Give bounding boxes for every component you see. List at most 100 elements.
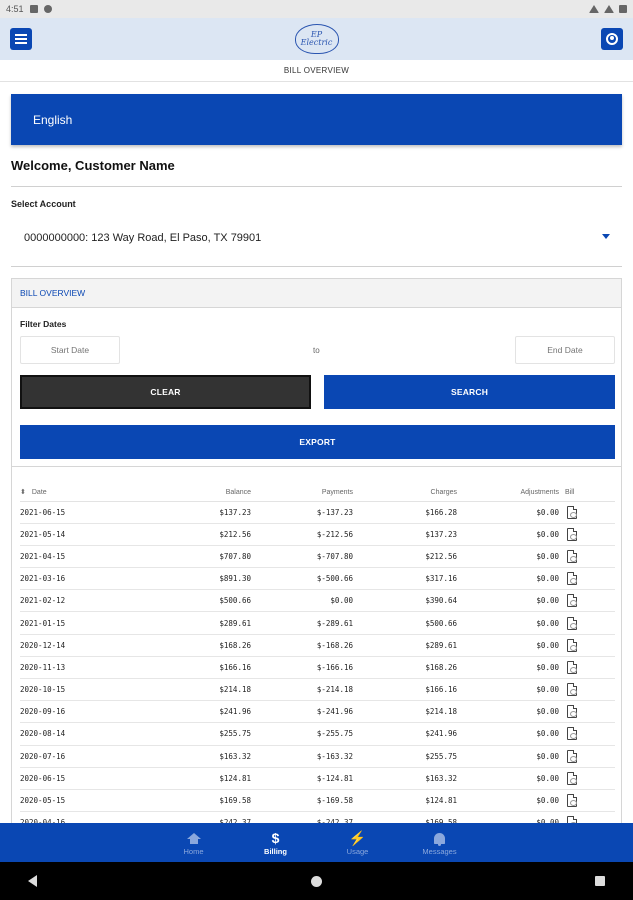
- row-date: 2020-09-16: [20, 700, 115, 724]
- no-disturb-icon: [43, 5, 52, 13]
- row-adjustments: $0.00: [463, 567, 565, 591]
- bill-column-header: Bill: [565, 484, 615, 502]
- row-adjustments: $0.00: [463, 501, 565, 524]
- row-adjustments: $0.00: [463, 545, 565, 569]
- pdf-icon[interactable]: [567, 527, 577, 541]
- filter-dates-label: Filter Dates: [20, 319, 67, 329]
- row-balance: $255.75: [115, 722, 257, 746]
- clear-button[interactable]: CLEAR: [20, 375, 311, 409]
- sd-card-icon: [29, 5, 38, 13]
- pdf-icon[interactable]: [567, 727, 577, 741]
- bill-overview-card: BILL OVERVIEW Filter Dates to CLEAR SEAR…: [11, 278, 622, 838]
- nav-messages-label: Messages: [422, 846, 457, 856]
- pdf-icon[interactable]: [567, 549, 577, 563]
- app-header: EP Electric: [0, 18, 633, 60]
- row-charges: $317.16: [359, 567, 463, 591]
- row-payments: $-214.18: [257, 678, 359, 702]
- row-date: 2021-03-16: [20, 567, 115, 591]
- divider: [12, 466, 621, 467]
- table-row: 2020-05-15 $169.58 $-169.58 $124.81 $0.00: [20, 789, 615, 813]
- battery-icon: [619, 5, 627, 13]
- pdf-icon[interactable]: [567, 683, 577, 697]
- back-icon[interactable]: [28, 875, 37, 887]
- recent-apps-icon[interactable]: [595, 876, 605, 886]
- pdf-icon[interactable]: [567, 794, 577, 808]
- row-balance: $169.58: [115, 789, 257, 813]
- home-icon: [186, 832, 201, 844]
- row-balance: $137.23: [115, 501, 257, 524]
- row-balance: $500.66: [115, 589, 257, 613]
- pdf-icon[interactable]: [567, 505, 577, 519]
- hamburger-menu-icon[interactable]: [10, 28, 32, 50]
- table-row: 2020-09-16 $241.96 $-241.96 $214.18 $0.00: [20, 700, 615, 724]
- row-payments: $-707.80: [257, 545, 359, 569]
- row-charges: $255.75: [359, 745, 463, 768]
- row-bill: [565, 700, 615, 724]
- language-label: English: [33, 112, 73, 127]
- row-charges: $168.26: [359, 656, 463, 680]
- nav-billing[interactable]: $ Billing: [252, 823, 300, 862]
- row-bill: [565, 589, 615, 613]
- row-adjustments: $0.00: [463, 523, 565, 546]
- date-column-header[interactable]: ⬍ Date: [20, 484, 115, 502]
- row-payments: $-169.58: [257, 789, 359, 813]
- row-bill: [565, 501, 615, 524]
- pdf-icon[interactable]: [567, 749, 577, 763]
- table-row: 2021-06-15 $137.23 $-137.23 $166.28 $0.00: [20, 501, 615, 524]
- row-adjustments: $0.00: [463, 589, 565, 613]
- table-row: 2021-03-16 $891.30 $-500.66 $317.16 $0.00: [20, 567, 615, 591]
- row-charges: $166.16: [359, 678, 463, 702]
- row-balance: $241.96: [115, 700, 257, 724]
- user-account-icon[interactable]: [601, 28, 623, 50]
- table-row: 2021-01-15 $289.61 $-289.61 $500.66 $0.00: [20, 611, 615, 635]
- welcome-message: Welcome, Customer Name: [11, 158, 175, 173]
- pdf-icon[interactable]: [567, 771, 577, 785]
- nav-home-label: Home: [183, 846, 204, 856]
- pdf-icon[interactable]: [567, 660, 577, 674]
- row-payments: $-500.66: [257, 567, 359, 591]
- row-charges: $241.96: [359, 722, 463, 746]
- row-payments: $-168.26: [257, 634, 359, 657]
- row-payments: $-137.23: [257, 501, 359, 524]
- pdf-icon[interactable]: [567, 616, 577, 630]
- nav-messages[interactable]: Messages: [416, 823, 464, 862]
- export-button[interactable]: EXPORT: [20, 425, 615, 459]
- start-date-input[interactable]: [20, 336, 120, 364]
- pdf-icon[interactable]: [567, 572, 577, 586]
- row-payments: $-289.61: [257, 611, 359, 635]
- row-date: 2021-01-15: [20, 611, 115, 635]
- row-bill: [565, 545, 615, 569]
- sort-arrow-icon[interactable]: ⬍: [20, 488, 26, 496]
- row-payments: $-124.81: [257, 767, 359, 790]
- bottom-nav: Home $ Billing ⚡ Usage Messages: [0, 823, 633, 862]
- pdf-icon[interactable]: [567, 705, 577, 719]
- row-charges: $124.81: [359, 789, 463, 813]
- row-bill: [565, 789, 615, 813]
- row-adjustments: $0.00: [463, 700, 565, 724]
- bell-icon: [434, 832, 445, 846]
- row-adjustments: $0.00: [463, 678, 565, 702]
- nav-usage[interactable]: ⚡ Usage: [334, 823, 382, 862]
- row-date: 2020-06-15: [20, 767, 115, 790]
- end-date-input[interactable]: [515, 336, 615, 364]
- row-balance: $163.32: [115, 745, 257, 768]
- row-payments: $-163.32: [257, 745, 359, 768]
- nav-home[interactable]: Home: [170, 823, 218, 862]
- account-select[interactable]: 0000000000: 123 Way Road, El Paso, TX 79…: [11, 222, 622, 254]
- search-button[interactable]: SEARCH: [324, 375, 615, 409]
- language-selector[interactable]: English: [11, 94, 622, 145]
- adjustments-column-header: Adjustments: [463, 484, 565, 502]
- table-row: 2020-06-15 $124.81 $-124.81 $163.32 $0.00: [20, 767, 615, 790]
- pdf-icon[interactable]: [567, 594, 577, 608]
- lightning-icon: ⚡: [348, 830, 367, 846]
- row-adjustments: $0.00: [463, 745, 565, 768]
- table-row: 2020-12-14 $168.26 $-168.26 $289.61 $0.00: [20, 634, 615, 657]
- to-label: to: [313, 346, 320, 355]
- home-button-icon[interactable]: [310, 875, 322, 887]
- payments-column-header: Payments: [257, 484, 359, 502]
- row-balance: $891.30: [115, 567, 257, 591]
- row-adjustments: $0.00: [463, 767, 565, 790]
- status-bar: 4:51: [0, 0, 633, 18]
- pdf-icon[interactable]: [567, 638, 577, 652]
- row-date: 2021-06-15: [20, 501, 115, 524]
